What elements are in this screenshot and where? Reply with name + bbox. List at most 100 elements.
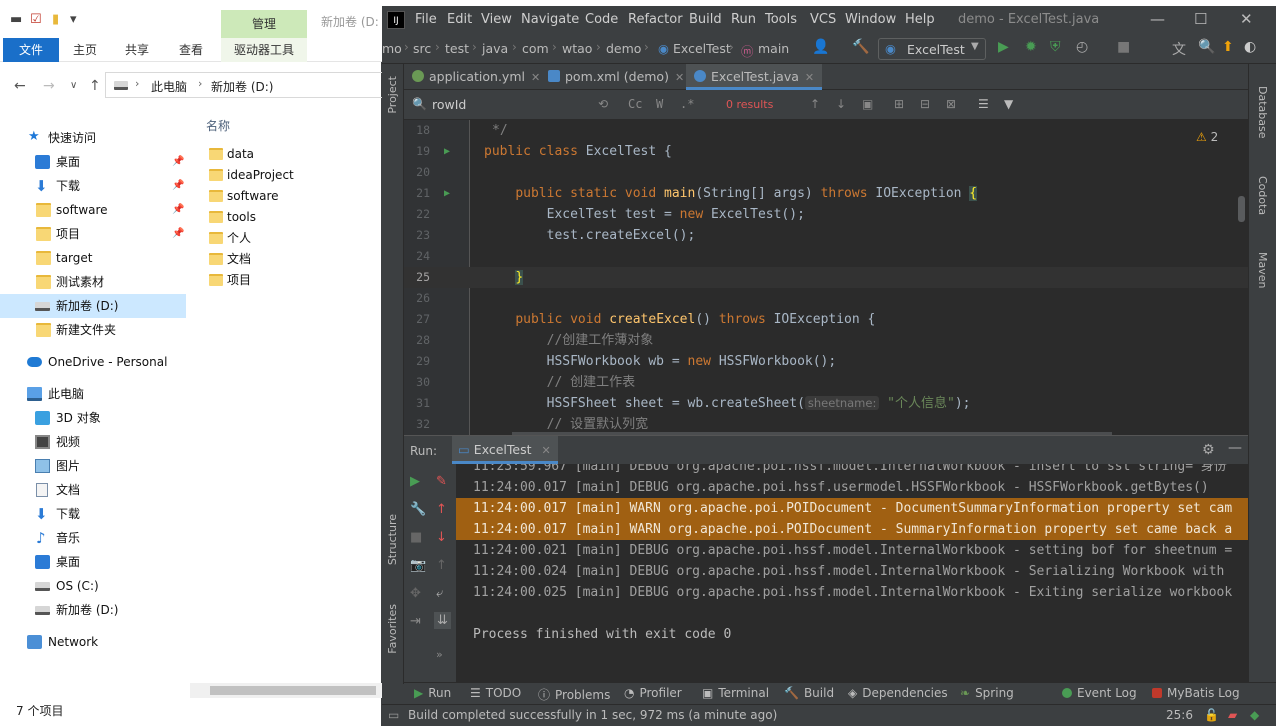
- tool-window-toggle-icon[interactable]: ▭: [388, 708, 399, 722]
- tool-problems[interactable]: ⓘ Problems: [538, 686, 610, 703]
- nav-item-music[interactable]: ♪ 音乐: [0, 526, 186, 550]
- plugin-icon[interactable]: ◐: [1244, 39, 1256, 55]
- breadcrumb-module[interactable]: mo: [382, 41, 402, 56]
- close-icon[interactable]: ✕: [805, 71, 814, 84]
- menu-refactor[interactable]: Refactor: [628, 12, 683, 27]
- tool-structure[interactable]: Structure: [386, 514, 399, 565]
- tool-database[interactable]: Database: [1256, 86, 1269, 139]
- forward-arrow-icon[interactable]: →: [43, 78, 55, 94]
- rerun-icon[interactable]: ▶: [410, 474, 420, 489]
- caret-position[interactable]: 25:6: [1166, 708, 1193, 722]
- select-all-occurrences-icon[interactable]: ⊠: [946, 97, 956, 111]
- find-input[interactable]: rowId: [432, 97, 466, 112]
- nav-item-quick-access[interactable]: ★ 快速访问: [0, 126, 186, 150]
- tool-dependencies[interactable]: ◈ Dependencies: [848, 686, 948, 700]
- remove-occurrence-icon[interactable]: ⊟: [920, 97, 930, 111]
- menu-window[interactable]: Window: [845, 12, 896, 27]
- list-item[interactable]: software: [206, 186, 382, 207]
- run-tab-excel-test[interactable]: ▭ ExcelTest ✕: [452, 436, 558, 464]
- menu-tools[interactable]: Tools: [765, 12, 797, 27]
- tab-pom-xml[interactable]: pom.xml (demo) ✕: [540, 64, 692, 90]
- filter-icon[interactable]: ▼: [1004, 97, 1013, 111]
- debug-icon[interactable]: ✹: [1025, 39, 1037, 55]
- list-item[interactable]: 个人: [206, 228, 382, 249]
- tool-project[interactable]: Project: [386, 76, 399, 114]
- stop-icon[interactable]: ■: [410, 530, 422, 545]
- up-arrow-icon[interactable]: ↑: [436, 558, 447, 573]
- breadcrumb-test[interactable]: test: [445, 41, 469, 56]
- codota-status-icon[interactable]: ◆: [1250, 708, 1259, 722]
- breadcrumb-this-pc[interactable]: 此电脑: [151, 78, 187, 95]
- tab-home[interactable]: 主页: [62, 38, 108, 62]
- nav-item-onedrive[interactable]: OneDrive - Personal: [0, 350, 186, 374]
- tab-application-yml[interactable]: application.yml ✕: [404, 64, 548, 90]
- nav-item-downloads-pc[interactable]: ⬇ 下载: [0, 502, 186, 526]
- column-header-name[interactable]: 名称: [206, 117, 230, 134]
- tab-share[interactable]: 共享: [114, 38, 160, 62]
- menu-code[interactable]: Code: [585, 12, 618, 27]
- back-arrow-icon[interactable]: ←: [14, 78, 26, 94]
- filter-lines-icon[interactable]: ☰: [978, 97, 989, 111]
- nav-item-documents[interactable]: 文档: [0, 478, 186, 502]
- properties-icon[interactable]: ☑: [30, 12, 42, 28]
- menu-navigate[interactable]: Navigate: [521, 12, 579, 27]
- tool-run[interactable]: ▶ Run: [414, 686, 451, 700]
- nav-item-test-material[interactable]: 测试素材: [0, 270, 186, 294]
- nav-item-network[interactable]: Network: [0, 630, 186, 654]
- tool-codota[interactable]: Codota: [1256, 176, 1269, 215]
- nav-item-drive-d[interactable]: 新加卷 (D:): [0, 294, 186, 318]
- nav-item-target[interactable]: target: [0, 246, 186, 270]
- menu-help[interactable]: Help: [905, 12, 935, 27]
- menu-view[interactable]: View: [481, 12, 512, 27]
- edit-config-icon[interactable]: ✎: [436, 474, 447, 489]
- warning-indicator[interactable]: ⚠ 2: [1196, 130, 1218, 144]
- close-icon[interactable]: ✕: [675, 71, 684, 84]
- tool-spring[interactable]: ❧ Spring: [960, 686, 1014, 700]
- breadcrumb-class[interactable]: ExcelTest: [673, 41, 731, 56]
- drive-icon[interactable]: ▬: [10, 12, 22, 28]
- build-status-message[interactable]: Build completed successfully in 1 sec, 9…: [408, 708, 777, 722]
- run-gutter-icon[interactable]: ▶: [444, 141, 450, 162]
- nav-item-drive-c[interactable]: OS (C:): [0, 574, 186, 598]
- address-bar[interactable]: › 此电脑 › 新加卷 (D:): [105, 72, 382, 98]
- tool-todo[interactable]: ☰ TODO: [470, 686, 521, 700]
- breadcrumb-wtao[interactable]: wtao: [562, 41, 592, 56]
- camera-icon[interactable]: 📷: [410, 558, 426, 573]
- tab-file[interactable]: 文件: [3, 38, 59, 62]
- menu-build[interactable]: Build: [689, 12, 722, 27]
- hide-icon[interactable]: —: [1228, 440, 1242, 456]
- nav-item-project[interactable]: 项目 📌: [0, 222, 186, 246]
- breadcrumb-com[interactable]: com: [522, 41, 549, 56]
- tool-mybatis-log[interactable]: MyBatis Log: [1152, 686, 1240, 700]
- customize-toolbar-icon[interactable]: ▾: [70, 12, 77, 28]
- match-case-toggle[interactable]: Cc: [628, 97, 642, 111]
- list-item[interactable]: data: [206, 144, 382, 165]
- tab-excel-test-java[interactable]: ExcelTest.java ✕: [686, 64, 823, 90]
- tool-maven[interactable]: Maven: [1256, 252, 1269, 288]
- more-icon[interactable]: »: [436, 648, 443, 661]
- nav-item-drive-d-pc[interactable]: 新加卷 (D:): [0, 598, 186, 622]
- new-folder-icon[interactable]: ▮: [52, 12, 59, 28]
- scroll-to-end-icon[interactable]: ⇊: [434, 612, 451, 629]
- tab-view[interactable]: 查看: [168, 38, 214, 62]
- nav-item-desktop[interactable]: 桌面 📌: [0, 150, 186, 174]
- run-configuration-selector[interactable]: ◉ ExcelTest ▼: [878, 38, 986, 60]
- tab-drive-tools[interactable]: 驱动器工具: [221, 38, 307, 62]
- close-icon[interactable]: ✕: [542, 444, 551, 457]
- nav-item-this-pc[interactable]: 此电脑: [0, 382, 186, 406]
- search-icon[interactable]: 🔍: [1198, 39, 1215, 55]
- nav-item-new-folder[interactable]: 新建文件夹: [0, 318, 186, 342]
- gear-icon[interactable]: ⚙: [1202, 442, 1215, 458]
- tool-profiler[interactable]: ◔ Profiler: [624, 686, 682, 700]
- whole-word-toggle[interactable]: W: [656, 97, 663, 111]
- exit-icon[interactable]: ⇥: [410, 614, 421, 629]
- nav-item-pictures[interactable]: 图片: [0, 454, 186, 478]
- up-arrow-icon[interactable]: ↑: [436, 502, 447, 517]
- user-icon[interactable]: 👤: [812, 39, 829, 55]
- menu-file[interactable]: File: [415, 12, 437, 27]
- stop-icon[interactable]: ■: [1117, 39, 1130, 55]
- list-item[interactable]: ideaProject: [206, 165, 382, 186]
- regex-history-icon[interactable]: ⟲: [598, 97, 608, 111]
- regex-toggle[interactable]: .*: [680, 97, 694, 111]
- breadcrumb-src[interactable]: src: [413, 41, 431, 56]
